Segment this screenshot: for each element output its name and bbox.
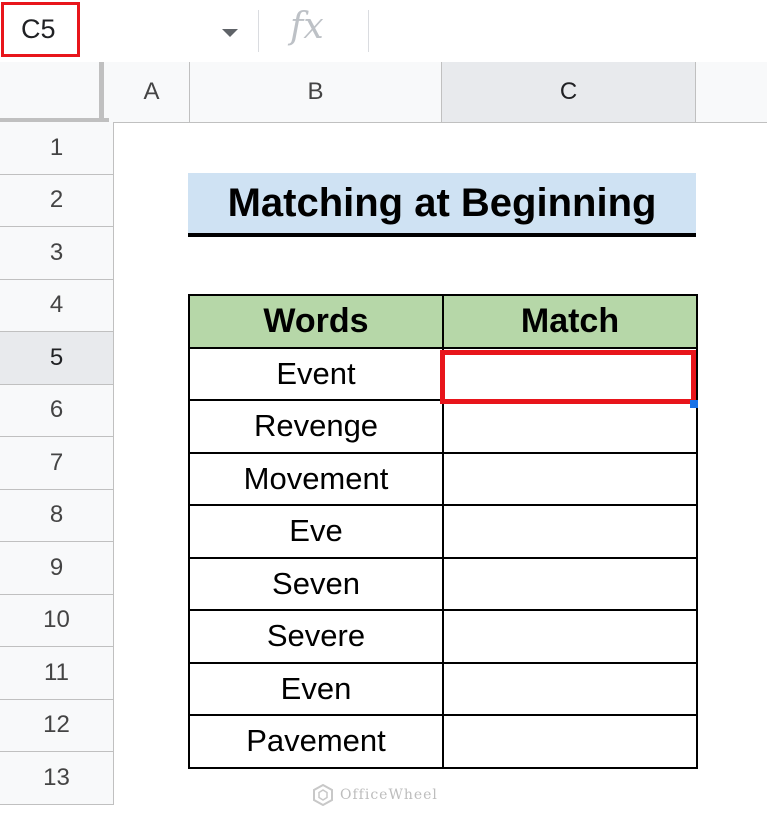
- word-cell[interactable]: Even: [188, 661, 444, 716]
- word-cell[interactable]: Severe: [188, 609, 444, 664]
- column-header-b[interactable]: B: [190, 62, 442, 122]
- officewheel-logo-icon: [313, 784, 333, 806]
- row-header-9[interactable]: 9: [0, 542, 114, 595]
- match-cell[interactable]: [442, 609, 698, 664]
- fill-handle[interactable]: [690, 400, 698, 408]
- header-match[interactable]: Match: [442, 294, 698, 349]
- column-header-c[interactable]: C: [442, 62, 696, 122]
- formula-bar: C5 fx: [0, 0, 767, 63]
- divider: [258, 10, 259, 52]
- match-cell[interactable]: [442, 714, 698, 769]
- row-header-12[interactable]: 12: [0, 699, 114, 752]
- match-cell[interactable]: [442, 661, 698, 716]
- word-cell[interactable]: Eve: [188, 504, 444, 559]
- match-cell[interactable]: [442, 399, 698, 454]
- header-words[interactable]: Words: [188, 294, 444, 349]
- column-header-d[interactable]: [696, 62, 767, 122]
- column-header-row: A B C: [0, 62, 767, 123]
- row-header-10[interactable]: 10: [0, 594, 114, 647]
- row-header-7[interactable]: 7: [0, 437, 114, 490]
- table-row: Severe: [188, 609, 698, 664]
- word-cell[interactable]: Revenge: [188, 399, 444, 454]
- column-header-a[interactable]: A: [114, 62, 190, 122]
- sheet-title[interactable]: Matching at Beginning: [188, 173, 696, 237]
- word-cell[interactable]: Seven: [188, 556, 444, 611]
- table-row: Movement: [188, 451, 698, 506]
- watermark-text: OfficeWheel: [340, 787, 438, 803]
- chevron-down-icon[interactable]: [222, 29, 238, 37]
- match-cell[interactable]: [442, 556, 698, 611]
- selected-cell-c5[interactable]: [440, 350, 696, 404]
- select-all-corner[interactable]: [0, 62, 104, 122]
- table-header-row: Words Match: [188, 294, 698, 349]
- row-header-5[interactable]: 5: [0, 332, 114, 385]
- row-header-8[interactable]: 8: [0, 489, 114, 542]
- row-header-3[interactable]: 3: [0, 227, 114, 280]
- word-cell[interactable]: Pavement: [188, 714, 444, 769]
- match-cell[interactable]: [442, 451, 698, 506]
- table-row: Even: [188, 661, 698, 716]
- row-header-1[interactable]: 1: [0, 122, 114, 175]
- table-row: Seven: [188, 556, 698, 611]
- row-header-2[interactable]: 2: [0, 174, 114, 227]
- divider: [368, 10, 369, 52]
- table-row: Revenge: [188, 399, 698, 454]
- function-icon: fx: [290, 6, 324, 47]
- row-header-4[interactable]: 4: [0, 279, 114, 332]
- word-cell[interactable]: Event: [188, 346, 444, 401]
- row-header-13[interactable]: 13: [0, 752, 114, 805]
- row-header-6[interactable]: 6: [0, 384, 114, 437]
- table-row: Pavement: [188, 714, 698, 769]
- row-header-11[interactable]: 11: [0, 647, 114, 700]
- table-row: Eve: [188, 504, 698, 559]
- watermark: OfficeWheel: [312, 784, 438, 806]
- name-box[interactable]: C5: [1, 2, 80, 57]
- word-cell[interactable]: Movement: [188, 451, 444, 506]
- match-cell[interactable]: [442, 504, 698, 559]
